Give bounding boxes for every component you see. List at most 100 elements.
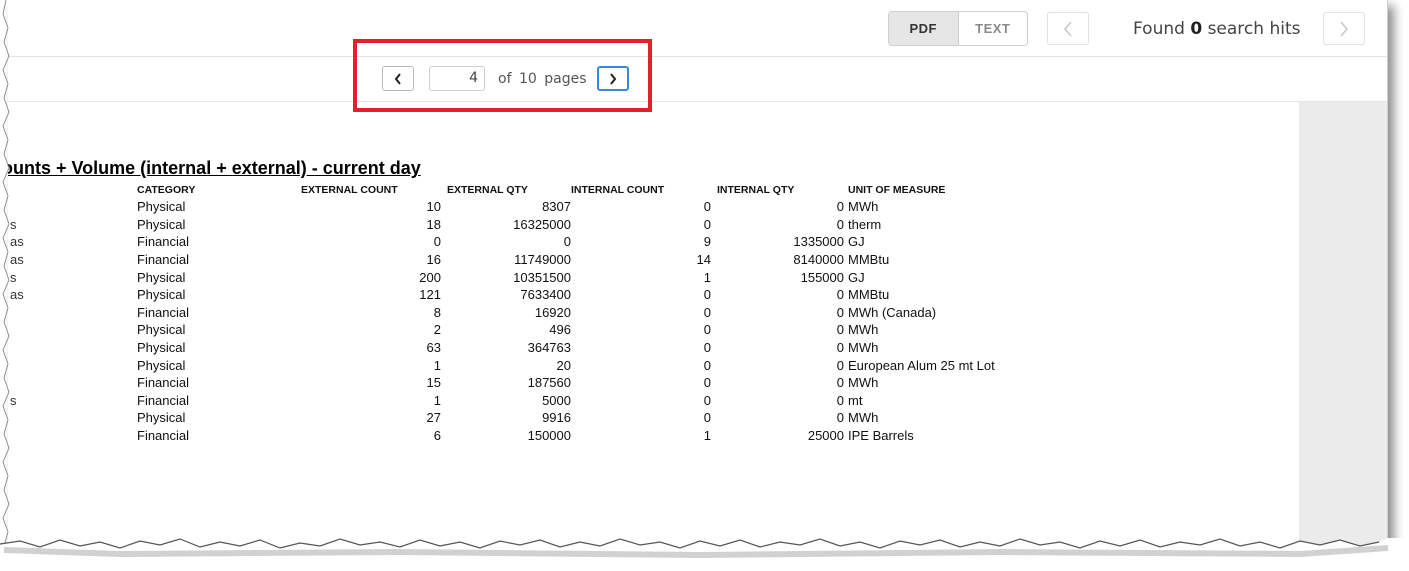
row-stub <box>8 321 137 339</box>
category-cell: Financial <box>137 252 190 268</box>
column-header-external-count: EXTERNAL COUNT <box>301 183 398 196</box>
category-cell: Physical <box>137 410 186 426</box>
internal-count-cell: 1 <box>703 269 711 285</box>
internal-count-cell: 0 <box>703 216 711 232</box>
row-stub <box>8 198 137 216</box>
table-row: Financial 6 150000 1 25000 IPE Barrels <box>8 427 1048 445</box>
internal-count-cell: 0 <box>703 322 711 338</box>
external-qty-cell: 364763 <box>527 340 571 356</box>
table-row: Physical 1 20 0 0 European Alum 25 mt Lot <box>8 356 1048 374</box>
search-hits-status: Found 0 search hits <box>1133 19 1300 39</box>
external-qty-cell: 5000 <box>542 392 571 408</box>
category-cell: Financial <box>137 375 190 391</box>
internal-qty-cell: 0 <box>836 410 844 426</box>
internal-count-cell: 1 <box>703 428 711 444</box>
unit-of-measure-cell: MWh (Canada) <box>848 304 937 320</box>
row-stub <box>8 304 137 322</box>
row-stub <box>8 374 137 392</box>
table-row: Financial 8 16920 0 0 MWh (Canada) <box>8 304 1048 322</box>
external-count-cell: 2 <box>433 322 441 338</box>
category-cell: Financial <box>137 392 190 408</box>
row-stub <box>8 356 137 374</box>
external-count-cell: 15 <box>426 375 441 391</box>
column-header <box>8 181 137 198</box>
unit-of-measure-cell: IPE Barrels <box>848 428 914 444</box>
category-cell: Financial <box>137 428 190 444</box>
external-count-cell: 8 <box>433 304 441 320</box>
internal-count-cell: 0 <box>703 340 711 356</box>
external-qty-cell: 16920 <box>534 304 571 320</box>
chevron-right-icon <box>1340 20 1349 37</box>
table-row: Physical 27 9916 0 0 MWh <box>8 409 1048 427</box>
category-cell: Financial <box>137 304 190 320</box>
internal-count-cell: 14 <box>696 252 711 268</box>
hits-prefix: Found <box>1133 19 1185 39</box>
internal-qty-cell: 155000 <box>800 269 844 285</box>
table-row: Physical 2 496 0 0 MWh <box>8 321 1048 339</box>
pdf-view-button[interactable]: PDF <box>889 12 959 45</box>
page-gutter <box>1299 102 1387 548</box>
internal-count-cell: 0 <box>703 410 711 426</box>
external-count-cell: 10 <box>426 199 441 215</box>
table-row: as Financial 0 0 9 1335000 GJ <box>8 233 1048 251</box>
internal-qty-cell: 0 <box>836 322 844 338</box>
table-row: s Physical 18 16325000 0 0 therm <box>8 216 1048 234</box>
text-view-button[interactable]: TEXT <box>959 12 1028 45</box>
internal-qty-cell: 0 <box>836 375 844 391</box>
row-stub: as <box>10 287 24 303</box>
unit-of-measure-cell: therm <box>848 216 882 232</box>
external-count-cell: 121 <box>419 287 441 303</box>
table-row: s Physical 200 10351500 1 155000 GJ <box>8 268 1048 286</box>
hits-count: 0 <box>1190 19 1203 39</box>
internal-qty-cell: 8140000 <box>793 252 844 268</box>
unit-of-measure-cell: European Alum 25 mt Lot <box>848 357 995 373</box>
external-count-cell: 16 <box>426 252 441 268</box>
row-stub: as <box>10 252 24 268</box>
torn-left-edge <box>0 0 10 571</box>
chevron-left-icon <box>1063 20 1072 37</box>
row-stub: as <box>10 234 24 250</box>
external-count-cell: 1 <box>433 357 441 373</box>
external-qty-cell: 150000 <box>527 428 571 444</box>
internal-qty-cell: 25000 <box>807 428 844 444</box>
external-qty-cell: 9916 <box>542 410 571 426</box>
external-count-cell: 0 <box>433 234 441 250</box>
row-stub <box>8 427 137 445</box>
internal-qty-cell: 0 <box>836 199 844 215</box>
category-cell: Physical <box>137 216 186 232</box>
external-qty-cell: 0 <box>563 234 571 250</box>
category-cell: Physical <box>137 357 186 373</box>
category-cell: Physical <box>137 322 186 338</box>
row-stub <box>8 409 137 427</box>
external-qty-cell: 7633400 <box>520 287 571 303</box>
top-toolbar: PDF TEXT Found 0 search hits <box>8 0 1387 57</box>
category-cell: Physical <box>137 340 186 356</box>
next-hit-button[interactable] <box>1323 12 1365 45</box>
column-header-internal-count: INTERNAL COUNT <box>571 183 665 196</box>
unit-of-measure-cell: GJ <box>848 234 865 250</box>
view-mode-toggle: PDF TEXT <box>888 11 1028 46</box>
internal-count-cell: 9 <box>703 234 711 250</box>
external-qty-cell: 20 <box>556 357 571 373</box>
category-cell: Physical <box>137 199 186 215</box>
unit-of-measure-cell: MMBtu <box>848 287 890 303</box>
row-stub: s <box>10 216 17 232</box>
internal-qty-cell: 0 <box>836 287 844 303</box>
unit-of-measure-cell: MWh <box>848 340 879 356</box>
external-qty-cell: 11749000 <box>514 252 571 268</box>
torn-bottom-edge <box>0 538 1409 571</box>
table-row: s Financial 1 5000 0 0 mt <box>8 392 1048 410</box>
internal-count-cell: 0 <box>703 375 711 391</box>
table-row: as Financial 16 11749000 14 8140000 MMBtu <box>8 251 1048 269</box>
report-title: ounts + Volume (internal + external) - c… <box>8 158 421 178</box>
external-qty-cell: 8307 <box>542 199 571 215</box>
internal-qty-cell: 0 <box>836 392 844 408</box>
report-table: CATEGORY EXTERNAL COUNT EXTERNAL QTY INT… <box>8 181 1048 444</box>
external-qty-cell: 10351500 <box>513 269 571 285</box>
table-header-row: CATEGORY EXTERNAL COUNT EXTERNAL QTY INT… <box>8 181 1048 198</box>
previous-hit-button[interactable] <box>1047 12 1089 45</box>
table-row: as Physical 121 7633400 0 0 MMBtu <box>8 286 1048 304</box>
column-header-internal-qty: INTERNAL QTY <box>717 183 795 196</box>
external-qty-cell: 16325000 <box>513 216 571 232</box>
hits-suffix: search hits <box>1207 19 1301 39</box>
